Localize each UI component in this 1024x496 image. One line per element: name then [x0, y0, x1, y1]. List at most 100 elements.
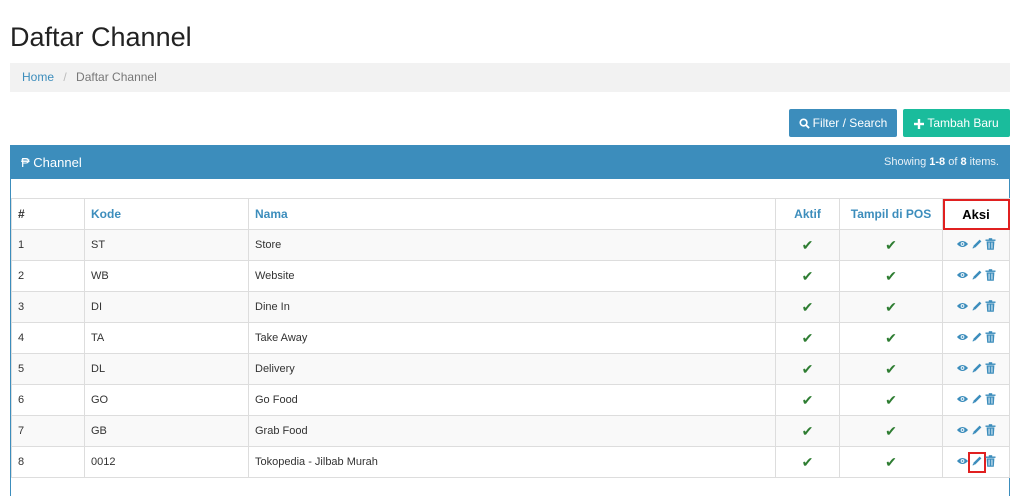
row-number: 6 — [11, 384, 85, 416]
breadcrumb-current: Daftar Channel — [76, 70, 157, 84]
pencil-icon[interactable] — [971, 424, 983, 439]
row-actions — [942, 322, 1010, 354]
plus-icon — [914, 119, 925, 129]
eye-icon[interactable] — [956, 270, 969, 283]
trash-icon[interactable] — [985, 454, 996, 470]
pencil-icon[interactable] — [971, 393, 983, 408]
row-actions — [942, 353, 1010, 385]
check-icon: ✔ — [801, 236, 814, 253]
row-number: 3 — [11, 291, 85, 323]
row-aktif: ✔ — [775, 384, 840, 416]
row-kode: TA — [84, 322, 249, 354]
row-aktif: ✔ — [775, 446, 840, 478]
column-header-aktif[interactable]: Aktif — [775, 198, 840, 230]
eye-icon[interactable] — [956, 394, 969, 407]
row-aktif: ✔ — [775, 353, 840, 385]
add-new-label: Tambah Baru — [927, 116, 999, 130]
table-row: 3 DI Dine In ✔ ✔ — [11, 291, 1010, 323]
check-icon: ✔ — [801, 267, 814, 284]
table-row: 6 GO Go Food ✔ ✔ — [11, 384, 1010, 416]
row-kode: ST — [84, 229, 249, 261]
row-tampil-di-pos: ✔ — [839, 384, 943, 416]
channel-panel: ₱ Channel Showing 1-8 of 8 items. # Kode… — [10, 145, 1010, 496]
check-icon: ✔ — [885, 267, 897, 284]
check-icon: ✔ — [801, 391, 814, 408]
trash-icon[interactable] — [985, 423, 996, 439]
eye-icon[interactable] — [956, 301, 969, 314]
column-header-kode[interactable]: Kode — [84, 198, 249, 230]
filter-search-button[interactable]: Filter / Search — [789, 109, 897, 137]
row-nama: Dine In — [248, 291, 776, 323]
check-icon: ✔ — [885, 329, 897, 346]
row-aktif: ✔ — [775, 229, 840, 261]
trash-icon[interactable] — [985, 330, 996, 346]
row-actions — [942, 291, 1010, 323]
pagination-summary: Showing 1-8 of 8 items. — [884, 146, 999, 179]
check-icon: ✔ — [801, 422, 814, 439]
pencil-icon[interactable] — [971, 238, 983, 253]
row-tampil-di-pos: ✔ — [839, 322, 943, 354]
check-icon: ✔ — [801, 453, 814, 470]
row-nama: Store — [248, 229, 776, 261]
trash-icon[interactable] — [985, 268, 996, 284]
summary-of: of — [945, 156, 961, 168]
check-icon: ✔ — [801, 360, 814, 377]
eye-icon[interactable] — [956, 239, 969, 252]
row-number: 1 — [11, 229, 85, 261]
row-tampil-di-pos: ✔ — [839, 260, 943, 292]
pencil-icon[interactable] — [971, 269, 983, 284]
summary-prefix: Showing — [884, 156, 930, 168]
table-row: 1 ST Store ✔ ✔ — [11, 229, 1010, 261]
row-actions — [942, 384, 1010, 416]
breadcrumb: Home / Daftar Channel — [10, 63, 1010, 92]
check-icon: ✔ — [885, 391, 897, 408]
row-tampil-di-pos: ✔ — [839, 446, 943, 478]
column-header-nama[interactable]: Nama — [248, 198, 776, 230]
row-nama: Grab Food — [248, 415, 776, 447]
breadcrumb-home-link[interactable]: Home — [22, 70, 54, 84]
row-number: 2 — [11, 260, 85, 292]
row-tampil-di-pos: ✔ — [839, 291, 943, 323]
pencil-icon[interactable] — [971, 300, 983, 315]
page-title: Daftar Channel — [10, 22, 192, 52]
row-aktif: ✔ — [775, 260, 840, 292]
search-icon — [799, 118, 810, 129]
row-kode: WB — [84, 260, 249, 292]
panel-title: ₱ Channel — [21, 155, 82, 170]
row-actions — [942, 260, 1010, 292]
eye-icon[interactable] — [956, 332, 969, 345]
add-new-button[interactable]: Tambah Baru — [903, 109, 1010, 137]
table-row: 4 TA Take Away ✔ ✔ — [11, 322, 1010, 354]
eye-icon[interactable] — [956, 363, 969, 376]
trash-icon[interactable] — [985, 299, 996, 315]
pencil-icon[interactable] — [971, 331, 983, 346]
row-kode: DI — [84, 291, 249, 323]
eye-icon[interactable] — [956, 456, 969, 469]
column-header-number: # — [11, 198, 85, 230]
breadcrumb-separator: / — [63, 70, 67, 84]
row-kode: GB — [84, 415, 249, 447]
pencil-icon[interactable] — [971, 362, 983, 377]
pencil-icon[interactable] — [968, 451, 986, 473]
trash-icon[interactable] — [985, 392, 996, 408]
row-kode: 0012 — [84, 446, 249, 478]
row-nama: Take Away — [248, 322, 776, 354]
table-row: 2 WB Website ✔ ✔ — [11, 260, 1010, 292]
eye-icon[interactable] — [956, 425, 969, 438]
filter-search-label: Filter / Search — [812, 116, 888, 130]
row-number: 4 — [11, 322, 85, 354]
row-actions — [942, 415, 1010, 447]
row-nama: Tokopedia - Jilbab Murah — [248, 446, 776, 478]
column-header-tampil-di-pos[interactable]: Tampil di POS — [839, 198, 943, 230]
row-number: 8 — [11, 446, 85, 478]
check-icon: ✔ — [885, 453, 897, 470]
row-aktif: ✔ — [775, 322, 840, 354]
table-row: 5 DL Delivery ✔ ✔ — [11, 353, 1010, 385]
row-number: 5 — [11, 353, 85, 385]
row-kode: DL — [84, 353, 249, 385]
row-nama: Delivery — [248, 353, 776, 385]
trash-icon[interactable] — [985, 237, 996, 253]
row-kode: GO — [84, 384, 249, 416]
trash-icon[interactable] — [985, 361, 996, 377]
row-number: 7 — [11, 415, 85, 447]
